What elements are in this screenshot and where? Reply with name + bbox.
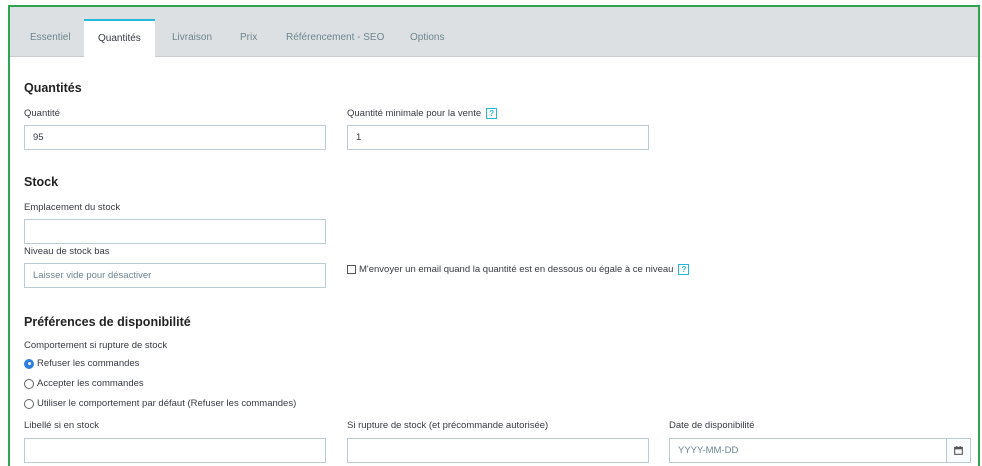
radio-deny-orders[interactable]: Refuser les commandes: [24, 358, 139, 369]
radio-allow-orders[interactable]: Accepter les commandes: [24, 378, 144, 389]
availability-date-picker: [669, 438, 971, 463]
tab-livraison[interactable]: Livraison: [160, 20, 224, 57]
radio-default-behavior[interactable]: Utiliser le comportement par défaut (Ref…: [24, 398, 296, 409]
stock-location-input[interactable]: [24, 219, 326, 244]
radio-button[interactable]: [24, 378, 34, 389]
min-quantity-input[interactable]: [347, 125, 649, 150]
in-stock-label-input[interactable]: [24, 438, 326, 463]
quantities-heading: Quantités: [24, 81, 82, 95]
radio-label: Utiliser le comportement par défaut (Ref…: [37, 398, 297, 409]
tab-prix[interactable]: Prix: [228, 20, 269, 57]
tab-quantites[interactable]: Quantités: [84, 19, 155, 58]
quantity-input[interactable]: [24, 125, 326, 150]
low-stock-input[interactable]: [24, 263, 326, 288]
tab-content: Quantités Quantité Quantité minimale pou…: [10, 58, 978, 466]
stock-location-label: Emplacement du stock: [24, 202, 121, 213]
email-alert-checkbox[interactable]: [347, 265, 356, 274]
calendar-icon[interactable]: [947, 438, 971, 463]
quantity-label: Quantité: [24, 108, 60, 119]
tab-referencement-seo[interactable]: Référencement - SEO: [274, 20, 396, 57]
low-stock-label: Niveau de stock bas: [24, 246, 110, 257]
email-alert-label: M'envoyer un email quand la quantité est…: [359, 264, 674, 275]
low-stock-email-option[interactable]: M'envoyer un email quand la quantité est…: [347, 264, 690, 275]
help-icon[interactable]: ?: [486, 108, 498, 119]
availability-date-label: Date de disponibilité: [669, 420, 755, 431]
radio-label: Accepter les commandes: [37, 378, 144, 389]
min-quantity-label: Quantité minimale pour la vente: [347, 108, 482, 120]
help-icon[interactable]: ?: [678, 264, 690, 275]
tab-essentiel[interactable]: Essentiel: [18, 20, 83, 57]
backorder-label-input[interactable]: [347, 438, 649, 463]
stock-heading: Stock: [24, 175, 59, 189]
radio-label: Refuser les commandes: [37, 358, 140, 369]
radio-button[interactable]: [24, 398, 34, 409]
availability-heading: Préférences de disponibilité: [24, 315, 191, 329]
product-form-panel: Essentiel Quantités Livraison Prix Référ…: [8, 5, 980, 466]
availability-date-input[interactable]: [669, 438, 947, 463]
backorder-label-caption: Si rupture de stock (et précommande auto…: [347, 420, 549, 431]
min-quantity-label-row: Quantité minimale pour la vente?: [347, 108, 498, 120]
tab-options[interactable]: Options: [398, 20, 456, 57]
tab-bar: Essentiel Quantités Livraison Prix Référ…: [10, 7, 978, 58]
out-of-stock-behavior-label: Comportement si rupture de stock: [24, 340, 168, 351]
radio-button[interactable]: [24, 358, 34, 369]
in-stock-label-caption: Libellé si en stock: [24, 420, 99, 431]
